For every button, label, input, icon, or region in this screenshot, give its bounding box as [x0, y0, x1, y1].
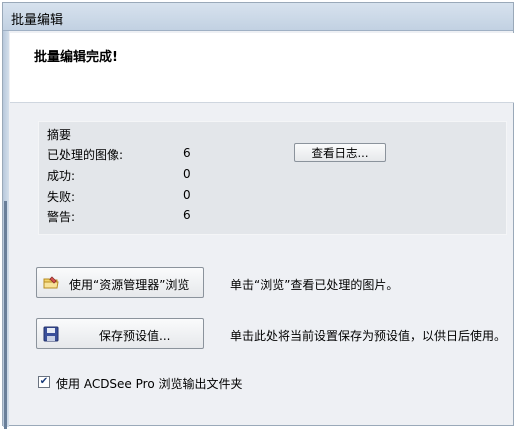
view-log-button[interactable]: 查看日志... [294, 143, 386, 162]
browse-output-label: 使用 ACDSee Pro 浏览输出文件夹 [56, 377, 243, 391]
save-preset-label: 保存预设值... [99, 329, 171, 343]
browse-output-checkbox[interactable]: ✔ [38, 376, 50, 388]
success-value: 0 [183, 167, 191, 181]
title-bar[interactable]: 批量编辑 [3, 3, 513, 31]
browse-explorer-button[interactable]: 使用“资源管理器”浏览 [36, 267, 204, 298]
save-preset-description: 单击此处将当前设置保存为预设值，以供日后使用。 [230, 329, 507, 343]
failed-value: 0 [183, 188, 191, 202]
window-title: 批量编辑 [11, 13, 64, 28]
left-edge-scroll-indicator [4, 201, 7, 429]
browse-explorer-description: 单击“浏览”查看已处理的图片。 [230, 278, 399, 292]
warning-label: 警告: [47, 210, 76, 224]
failed-label: 失败: [47, 190, 76, 204]
processed-label: 已处理的图像: [47, 148, 124, 162]
header-panel: 批量编辑完成! [10, 33, 514, 103]
left-edge-strip [3, 31, 9, 429]
completion-message: 批量编辑完成! [34, 50, 118, 65]
success-label: 成功: [47, 169, 76, 183]
warning-value: 6 [183, 208, 191, 222]
save-preset-button[interactable]: 保存预设值... [36, 318, 204, 349]
browse-explorer-label: 使用“资源管理器”浏览 [69, 278, 190, 292]
summary-title: 摘要 [47, 128, 72, 142]
floppy-disk-icon [43, 326, 59, 342]
summary-group: 摘要 已处理的图像: 6 成功: 0 失败: 0 警告: 6 [38, 121, 507, 235]
folder-pen-icon [43, 275, 59, 291]
view-log-label: 查看日志... [311, 145, 369, 160]
processed-value: 6 [183, 146, 191, 160]
checkmark-icon: ✔ [39, 376, 49, 387]
